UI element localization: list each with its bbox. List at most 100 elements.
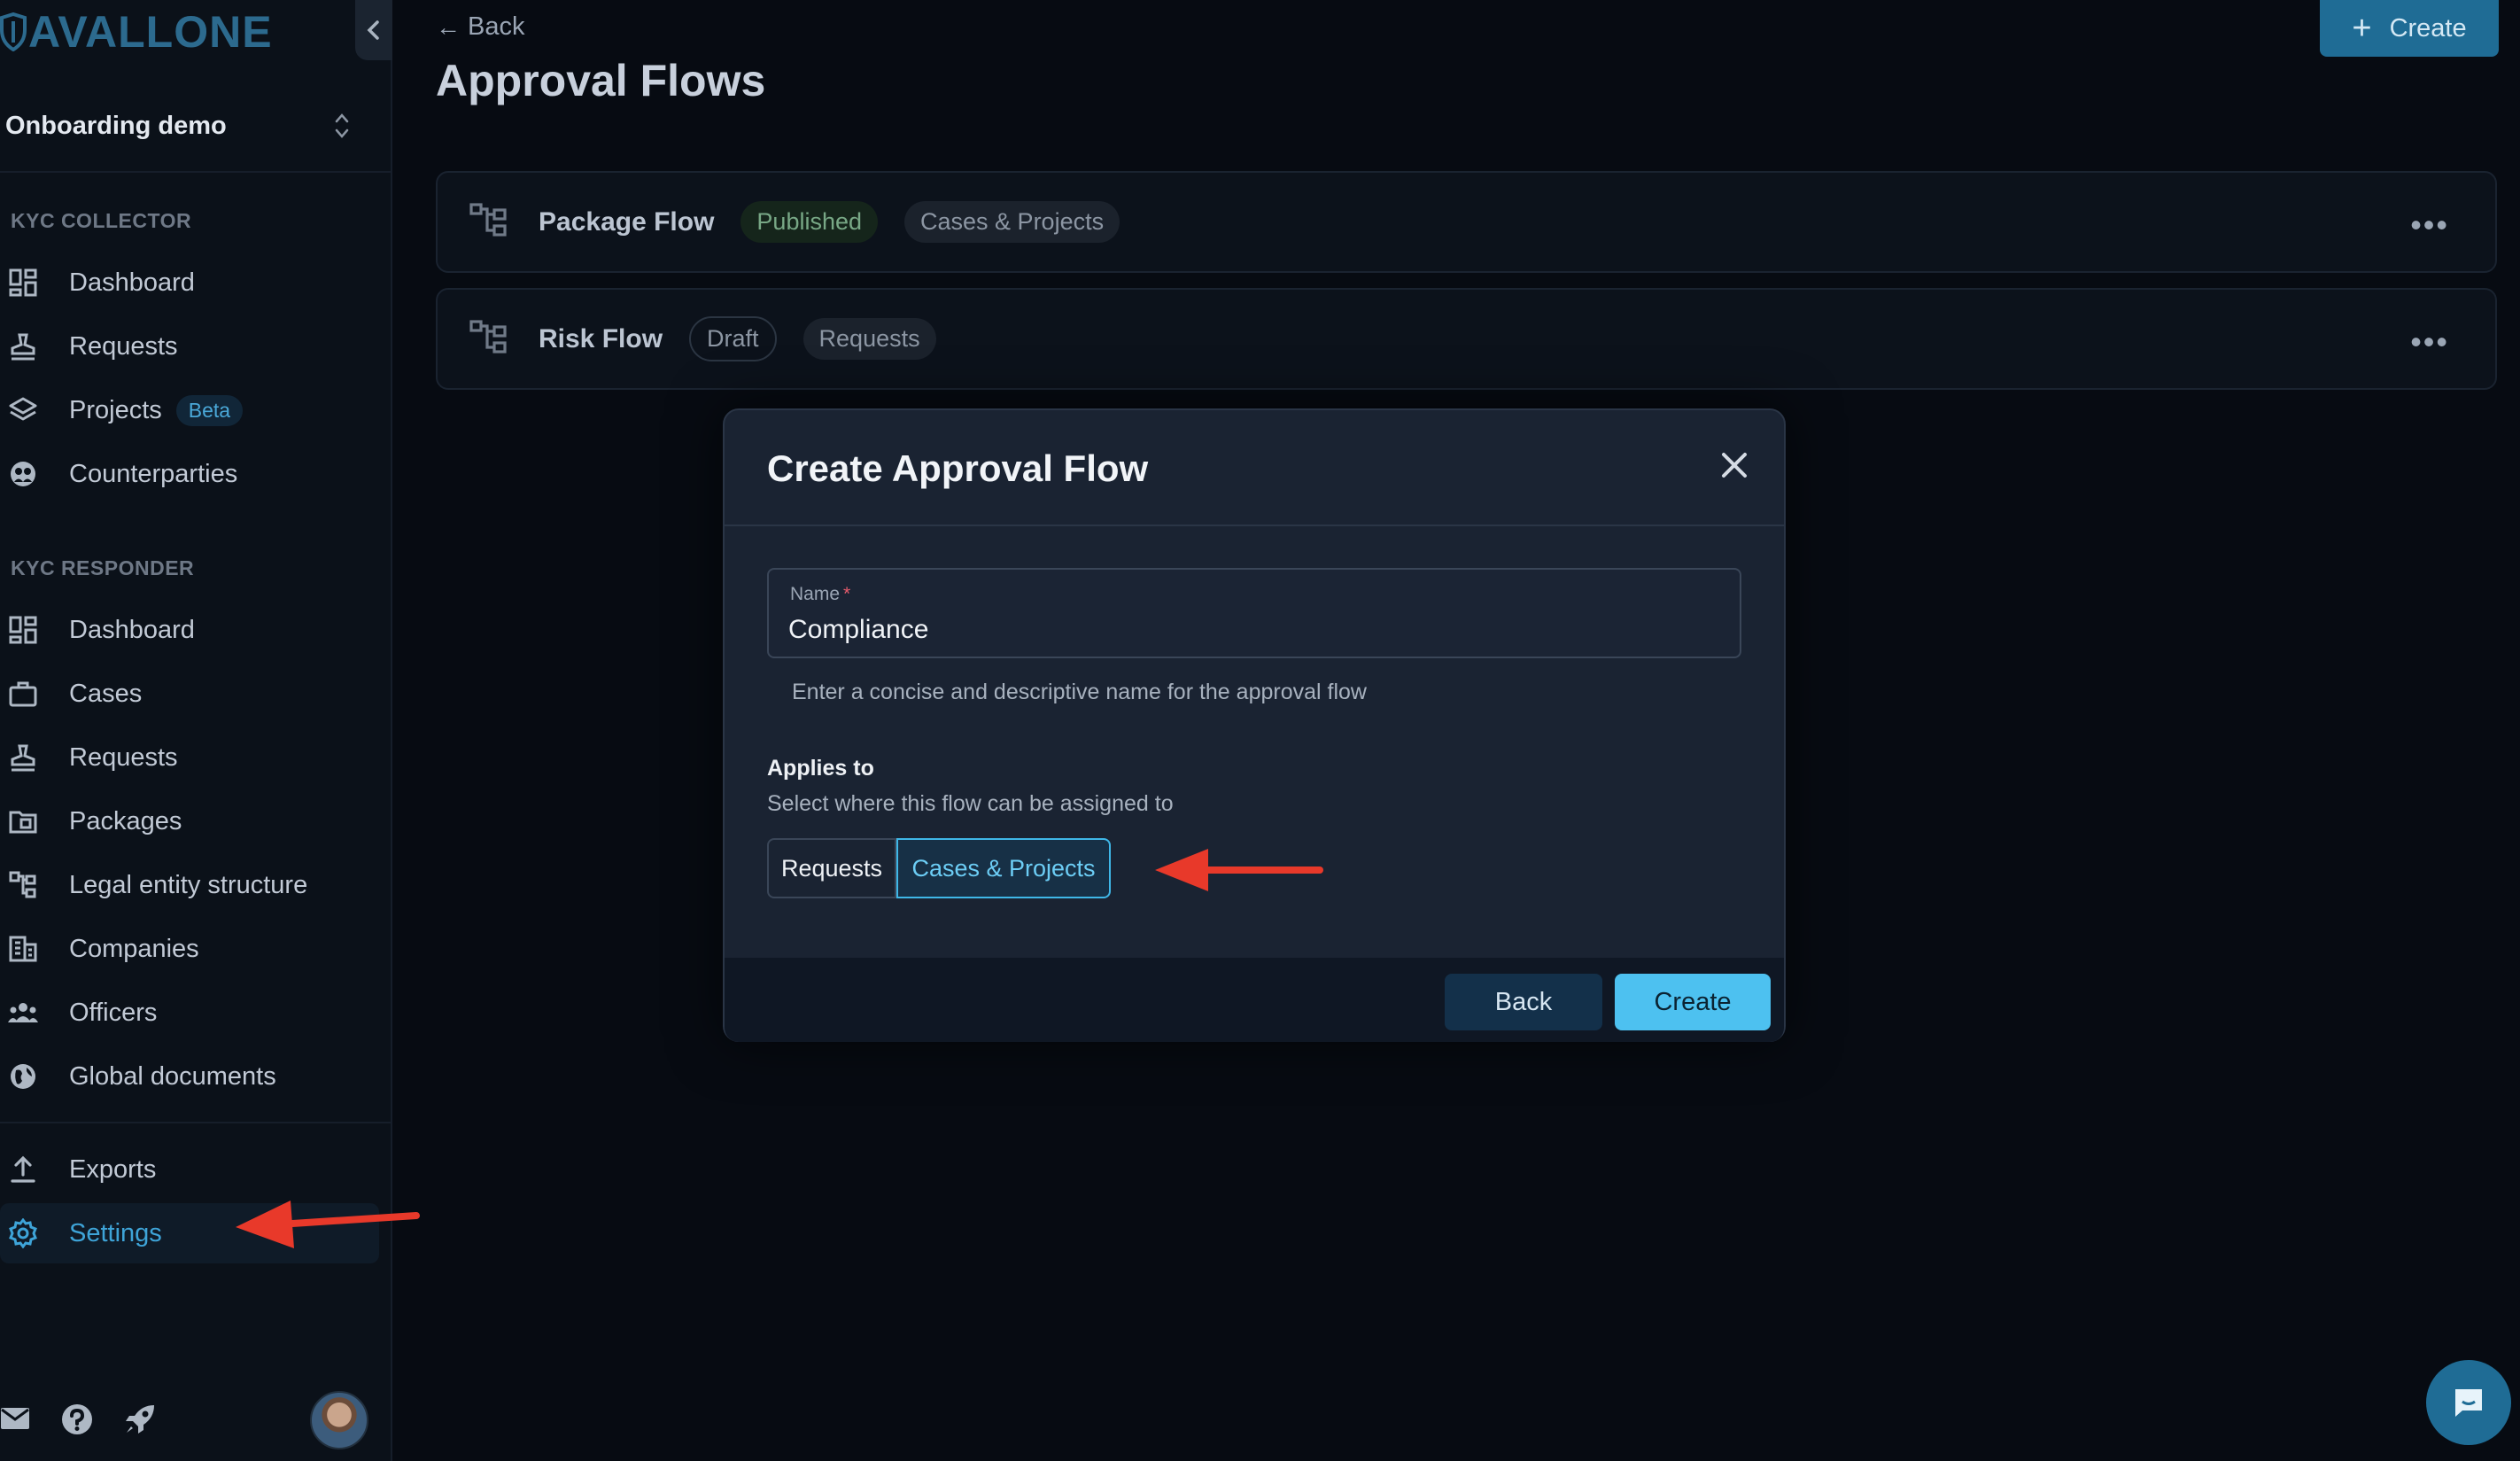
create-approval-flow-modal: Create Approval Flow Name* Enter a conci… [723,408,1786,1042]
upload-icon [7,1154,39,1185]
help-icon [62,1404,92,1434]
page-title: Approval Flows [436,56,766,105]
name-input[interactable] [788,612,1710,648]
sidebar-item-label: Projects [69,395,162,424]
more-options-icon[interactable]: ••• [2410,206,2449,244]
sidebar-item-label: Legal entity structure [69,870,308,899]
mail-button[interactable] [0,1407,30,1434]
sidebar-item-counterparties[interactable]: Counterparties [0,444,379,504]
sidebar-item-responder-requests[interactable]: Requests [0,727,379,788]
flow-name: Package Flow [539,206,715,237]
more-options-icon[interactable]: ••• [2410,323,2449,361]
sidebar-item-label: Settings [69,1218,162,1247]
stamp-icon [7,742,39,773]
back-link-label: Back [468,12,525,41]
sidebar-item-label: Global documents [69,1061,276,1091]
option-cases-projects[interactable]: Cases & Projects [896,838,1111,898]
name-field[interactable]: Name * [767,568,1741,658]
sidebar-item-label: Dashboard [69,615,195,644]
rocket-icon [126,1405,154,1434]
annotation-arrow-settings [236,1201,420,1248]
chat-button[interactable] [2426,1360,2511,1445]
option-requests[interactable]: Requests [767,838,896,898]
modal-title: Create Approval Flow [767,447,1149,489]
sidebar-item-label: Dashboard [69,268,195,297]
section-title-kyc-collector: KYC COLLECTOR [11,209,192,232]
chat-icon [2455,1389,2482,1417]
sidebar-item-collector-requests[interactable]: Requests [0,316,379,377]
name-field-label: Name * [790,584,850,605]
logo-text: AVALLONE [28,7,273,57]
sidebar-item-label: Cases [69,679,143,708]
arrow-left-icon: ← [436,12,461,41]
hierarchy-icon [7,869,39,901]
sidebar-item-label: Officers [69,998,158,1027]
section-title-kyc-responder: KYC RESPONDER [11,556,195,579]
back-link[interactable]: ← Back [436,12,524,42]
sidebar-item-cases[interactable]: Cases [0,664,379,724]
divider [0,1122,391,1123]
create-button[interactable]: Create [1615,974,1771,1030]
logo[interactable]: AVALLONE [0,5,273,58]
sidebar-item-label: Counterparties [69,459,238,488]
applies-to-label: Applies to [767,756,874,781]
sidebar-item-label: Packages [69,806,182,835]
layers-icon [7,394,39,426]
sidebar-item-collector-dashboard[interactable]: Dashboard [0,253,379,313]
flow-card-risk-flow[interactable]: Risk Flow Draft Requests ••• [436,288,2497,390]
flow-hierarchy-icon [469,320,508,358]
flow-hierarchy-icon [469,203,508,241]
collapse-sidebar-button[interactable] [355,0,392,60]
sidebar-item-exports[interactable]: Exports [0,1139,379,1200]
status-badge: Draft [689,316,777,361]
globe-icon [7,1061,39,1092]
sidebar-item-label: Companies [69,934,199,963]
chevron-left-icon [367,20,379,40]
gear-icon [7,1217,39,1249]
flow-name: Risk Flow [539,323,663,354]
counterparties-icon [7,458,39,490]
people-icon [7,997,39,1029]
sidebar-item-global-documents[interactable]: Global documents [0,1046,379,1107]
dashboard-icon [7,614,39,646]
sidebar-item-label: Requests [69,331,178,361]
create-flow-label: Create [2389,13,2467,43]
applies-to-toggle: Requests Cases & Projects [767,838,1111,898]
name-helper-text: Enter a concise and descriptive name for… [792,680,1367,704]
sidebar-item-legal-entity-structure[interactable]: Legal entity structure [0,855,379,915]
help-button[interactable] [60,1403,94,1441]
sidebar-item-label: Exports [69,1154,157,1184]
sidebar-item-responder-dashboard[interactable]: Dashboard [0,600,379,660]
create-flow-button[interactable]: + Create [2320,0,2499,57]
divider [0,171,391,173]
scope-badge: Cases & Projects [904,201,1120,243]
beta-badge: Beta [175,394,244,426]
sidebar-item-companies[interactable]: Companies [0,919,379,979]
close-icon [1722,453,1747,478]
rocket-button[interactable] [124,1403,156,1440]
stamp-icon [7,330,39,362]
mail-icon [1,1408,29,1429]
status-badge: Published [740,201,879,243]
scope-badge: Requests [803,318,936,360]
dashboard-icon [7,267,39,299]
required-mark: * [843,584,851,604]
org-name: Onboarding demo [5,111,227,140]
org-selector[interactable]: Onboarding demo [0,92,372,159]
flow-card-package-flow[interactable]: Package Flow Published Cases & Projects … [436,171,2497,273]
modal-footer: Back Create [725,958,1784,1042]
user-avatar[interactable] [310,1391,368,1449]
sidebar-item-projects[interactable]: Projects Beta [0,380,379,440]
sidebar-item-packages[interactable]: Packages [0,791,379,851]
back-button[interactable]: Back [1445,974,1602,1030]
chevron-updown-icon [335,113,349,138]
annotation-arrow-options [1155,849,1323,891]
sidebar-item-label: Requests [69,742,178,772]
close-button[interactable] [1717,447,1752,483]
sidebar-item-officers[interactable]: Officers [0,983,379,1043]
briefcase-icon [7,678,39,710]
shield-logo-icon [0,12,27,51]
app-root: AVALLONE Onboarding demo KYC COLLECTOR D… [0,0,2520,1461]
building-icon [7,933,39,965]
applies-to-description: Select where this flow can be assigned t… [767,791,1174,816]
